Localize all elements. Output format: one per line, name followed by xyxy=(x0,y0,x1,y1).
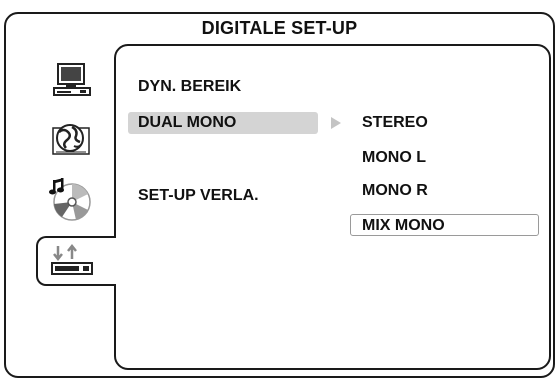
digital-setup-icon[interactable] xyxy=(50,243,96,283)
page-title: DIGITALE SET-UP xyxy=(201,18,358,38)
menu-item-setup-verla[interactable]: SET-UP VERLA. xyxy=(138,186,259,206)
audio-disc-icon[interactable] xyxy=(48,178,94,229)
menu-item-dyn-bereik[interactable]: DYN. BEREIK xyxy=(138,77,241,97)
monitor-icon[interactable] xyxy=(52,62,92,105)
menu-item-dual-mono[interactable]: DUAL MONO xyxy=(138,113,236,133)
language-globe-icon[interactable] xyxy=(50,118,92,165)
option-mix-mono[interactable]: MIX MONO xyxy=(362,216,445,236)
submenu-arrow-icon xyxy=(330,116,342,135)
option-mono-l[interactable]: MONO L xyxy=(362,148,426,168)
option-stereo[interactable]: STEREO xyxy=(362,113,428,133)
option-mono-r[interactable]: MONO R xyxy=(362,181,428,201)
